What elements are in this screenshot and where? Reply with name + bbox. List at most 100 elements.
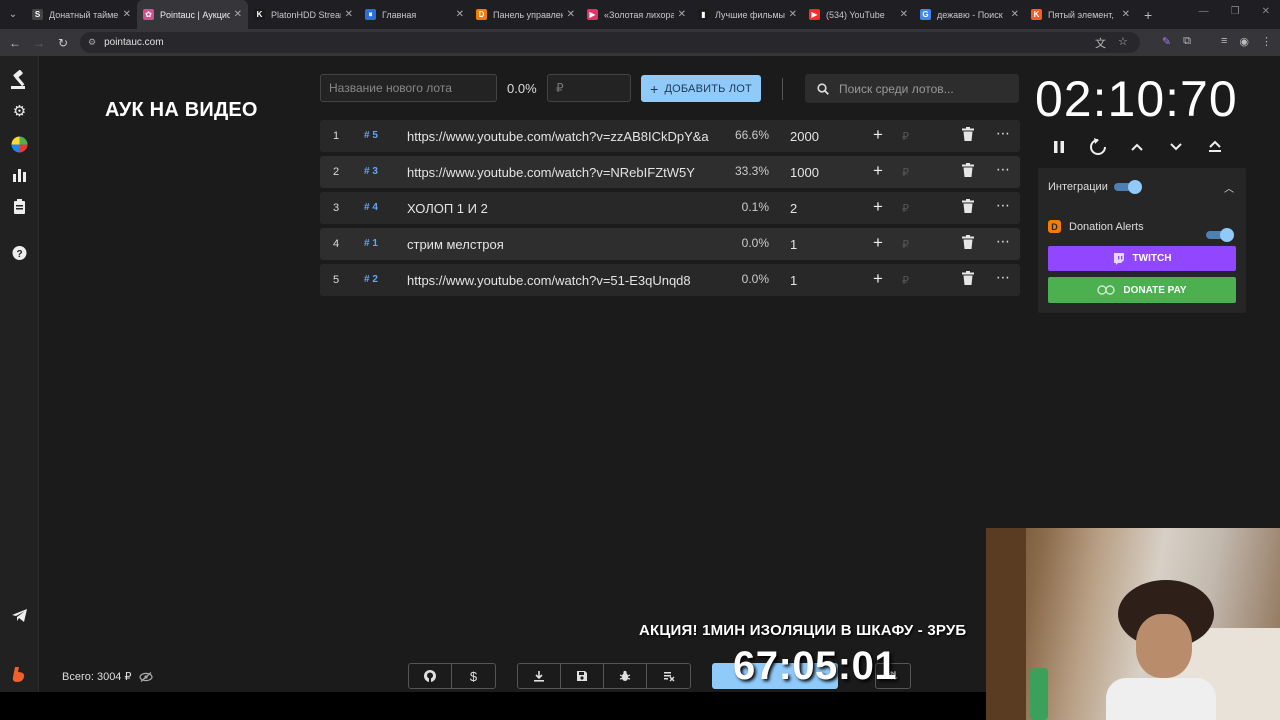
lot-amount[interactable]: 2	[790, 201, 797, 216]
new-lot-amount-input[interactable]: ₽	[547, 74, 631, 102]
more-options-icon[interactable]: ⋯	[996, 233, 1011, 250]
help-icon[interactable]: ?	[0, 245, 39, 261]
profile-avatar[interactable]: ◉	[1239, 35, 1249, 51]
clipboard-icon[interactable]	[0, 199, 39, 215]
boosty-icon[interactable]	[0, 665, 39, 683]
lot-row: 4 # 1 стрим мелстроя 0.0% 1 + ₽ ⋯	[320, 228, 1020, 260]
chevron-down-icon[interactable]	[1167, 136, 1185, 158]
new-tab-icon[interactable]: +	[1144, 7, 1152, 23]
save-icon[interactable]	[561, 664, 604, 688]
lot-name[interactable]: ХОЛОП 1 И 2	[407, 201, 719, 216]
twitch-button[interactable]: TWITCH	[1048, 246, 1236, 271]
more-options-icon[interactable]: ⋯	[996, 161, 1011, 178]
wheel-icon[interactable]	[0, 136, 39, 153]
double-chevron-up-icon[interactable]	[1206, 136, 1224, 158]
lot-amount-input[interactable]: ₽	[902, 166, 909, 179]
delete-lot-icon[interactable]	[962, 127, 974, 141]
statistics-chart-icon[interactable]	[0, 167, 39, 183]
back-icon[interactable]: ←	[3, 36, 27, 50]
browser-tab[interactable]: Gдежавю - Поиск ✕	[914, 0, 1025, 29]
close-tab-icon[interactable]: ✕	[1011, 9, 1019, 20]
close-tab-icon[interactable]: ✕	[1122, 9, 1130, 20]
delete-lot-icon[interactable]	[962, 271, 974, 285]
browser-tab[interactable]: K Пятый элемент, ✕	[1025, 0, 1136, 29]
add-amount-icon[interactable]: +	[873, 197, 883, 217]
minimize-icon[interactable]: —	[1199, 6, 1209, 17]
more-options-icon[interactable]: ⋯	[996, 269, 1011, 286]
add-amount-icon[interactable]: +	[873, 233, 883, 253]
close-tab-icon[interactable]: ✕	[678, 9, 686, 20]
close-tab-icon[interactable]: ✕	[234, 9, 242, 20]
pen-extension-icon[interactable]: ✎	[1162, 35, 1171, 51]
close-tab-icon[interactable]: ✕	[789, 9, 797, 20]
browser-menu-icon[interactable]: ⋮	[1261, 35, 1272, 51]
site-info-icon[interactable]: ⚙	[88, 37, 96, 48]
pause-icon[interactable]	[1050, 136, 1068, 158]
webcam-shirt	[1106, 678, 1216, 720]
delete-lot-icon[interactable]	[962, 163, 974, 177]
browser-tab[interactable]: D Панель управления ✕	[470, 0, 581, 29]
add-amount-icon[interactable]: +	[873, 125, 883, 145]
browser-tab[interactable]: ▶ «Золотая лихорадка» ✕	[581, 0, 692, 29]
lot-amount-input[interactable]: ₽	[902, 274, 909, 287]
tab-strip: S Донатный таймер ✕ ✿ Pointauc | Аукцион ✕ K Pl…	[26, 0, 1136, 29]
add-amount-icon[interactable]: +	[873, 161, 883, 181]
url-field[interactable]: ⚙ pointauc.com	[80, 32, 1140, 53]
lot-name[interactable]: https://www.youtube.com/watch?v=zzAB8ICk…	[407, 129, 719, 144]
browser-tab[interactable]: ▶ (534) YouTube ✕	[803, 0, 914, 29]
browser-tab[interactable]: ✿ Pointauc | Аукцион ✕	[137, 0, 248, 29]
new-lot-name-input[interactable]: Название нового лота	[320, 74, 497, 102]
collapse-chevron-icon[interactable]: ︿	[1224, 180, 1234, 195]
settings-gear-icon[interactable]: ⚙	[0, 102, 39, 120]
extensions-icon[interactable]: ⧉	[1183, 35, 1191, 51]
browser-tab[interactable]: K PlatonHDD Stream ✕	[248, 0, 359, 29]
lot-amount[interactable]: 2000	[790, 129, 819, 144]
gavel-icon[interactable]	[0, 70, 39, 90]
media-control-icon[interactable]: ≡	[1221, 35, 1227, 51]
more-options-icon[interactable]: ⋯	[996, 197, 1011, 214]
donate-dollar-icon[interactable]: $	[452, 664, 495, 688]
lot-amount[interactable]: 1	[790, 273, 797, 288]
close-tab-icon[interactable]: ✕	[345, 9, 353, 20]
integrations-toggle[interactable]	[1114, 180, 1142, 194]
search-lots-input[interactable]: Поиск среди лотов...	[805, 74, 1019, 103]
maximize-icon[interactable]: ❐	[1231, 6, 1240, 17]
browser-tab[interactable]: S Донатный таймер ✕	[26, 0, 137, 29]
close-tab-icon[interactable]: ✕	[567, 9, 575, 20]
lot-id: # 4	[364, 202, 378, 213]
forward-icon[interactable]: →	[27, 36, 51, 50]
add-amount-icon[interactable]: +	[873, 269, 883, 289]
hide-eye-icon[interactable]	[139, 671, 154, 682]
delete-lot-icon[interactable]	[962, 235, 974, 249]
lot-amount-input[interactable]: ₽	[902, 238, 909, 251]
bug-icon[interactable]	[604, 664, 647, 688]
lot-name[interactable]: https://www.youtube.com/watch?v=NRebIFZt…	[407, 165, 719, 180]
more-options-icon[interactable]: ⋯	[996, 125, 1011, 142]
download-icon[interactable]	[518, 664, 561, 688]
close-tab-icon[interactable]: ✕	[456, 9, 464, 20]
close-window-icon[interactable]: ✕	[1262, 6, 1270, 17]
clear-list-icon[interactable]	[647, 664, 690, 688]
bookmark-star-icon[interactable]: ☆	[1118, 35, 1128, 51]
browser-tab[interactable]: ⏸ Главная ✕	[359, 0, 470, 29]
donation-alerts-toggle[interactable]	[1206, 228, 1234, 242]
lot-name[interactable]: https://www.youtube.com/watch?v=51-E3qUn…	[407, 273, 719, 288]
lot-amount-input[interactable]: ₽	[902, 130, 909, 143]
telegram-icon[interactable]	[0, 607, 39, 623]
chevron-up-icon[interactable]	[1128, 136, 1146, 158]
github-icon[interactable]	[409, 664, 452, 688]
browser-tab[interactable]: ▮ Лучшие фильмы ✕	[692, 0, 803, 29]
add-lot-button[interactable]: + ДОБАВИТЬ ЛОТ	[641, 75, 761, 102]
reset-icon[interactable]	[1089, 136, 1107, 158]
delete-lot-icon[interactable]	[962, 199, 974, 213]
translate-icon[interactable]: 文	[1095, 35, 1106, 51]
reload-icon[interactable]: ↻	[51, 36, 75, 50]
tab-search-icon[interactable]: ⌄	[0, 0, 26, 29]
lot-name[interactable]: стрим мелстроя	[407, 237, 719, 252]
close-tab-icon[interactable]: ✕	[123, 9, 131, 20]
donate-pay-button[interactable]: DONATE PAY	[1048, 277, 1236, 303]
close-tab-icon[interactable]: ✕	[900, 9, 908, 20]
lot-amount-input[interactable]: ₽	[902, 202, 909, 215]
lot-amount[interactable]: 1000	[790, 165, 819, 180]
lot-amount[interactable]: 1	[790, 237, 797, 252]
